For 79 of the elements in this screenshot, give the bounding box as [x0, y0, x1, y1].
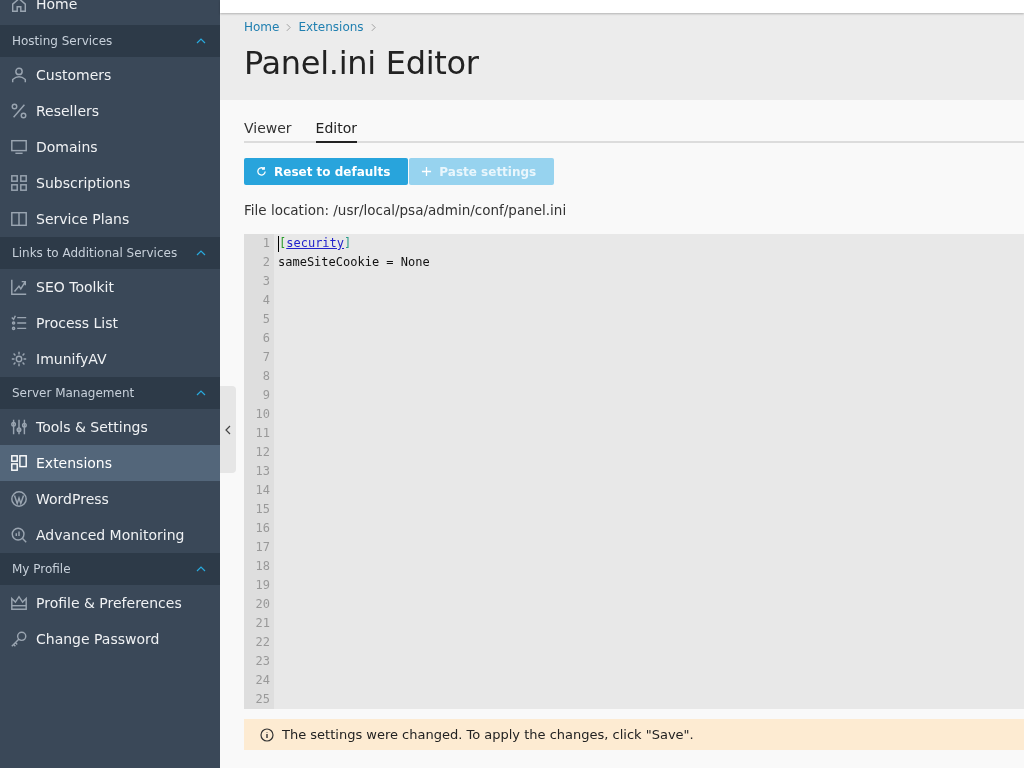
page-title: Panel.ini Editor — [244, 44, 480, 82]
line-number: 2 — [261, 254, 271, 271]
chevron-icon — [196, 38, 206, 44]
line-number: 11 — [254, 425, 271, 442]
line-number: 25 — [254, 691, 271, 708]
breadcrumb-link[interactable]: Home — [244, 20, 280, 34]
sidebar-item[interactable]: Domains — [0, 129, 220, 165]
sidebar-item[interactable]: Service Plans — [0, 201, 220, 237]
chevron-icon — [196, 566, 206, 572]
chevron-left-icon — [225, 424, 231, 435]
code-line: [security] — [278, 236, 352, 250]
sidebar-item[interactable]: Resellers — [0, 93, 220, 129]
line-number: 18 — [254, 558, 271, 575]
line-number: 16 — [254, 520, 271, 537]
line-number: 24 — [254, 672, 271, 689]
chevron-right-icon — [286, 22, 292, 32]
chart-icon — [10, 278, 28, 296]
line-number: 9 — [261, 387, 271, 404]
sidebar-collapse-handle[interactable] — [220, 386, 236, 473]
breadcrumb-link[interactable]: Extensions — [298, 20, 364, 34]
chevron-icon — [196, 390, 206, 396]
line-number: 4 — [261, 292, 271, 309]
sidebar-item[interactable]: SEO Toolkit — [0, 269, 220, 305]
home-icon — [10, 0, 28, 14]
line-number: 13 — [254, 463, 271, 480]
sliders-icon — [10, 418, 28, 436]
crown-icon — [10, 594, 28, 612]
line-number: 5 — [261, 311, 271, 328]
sidebar-group-header[interactable]: Server Management — [0, 377, 220, 409]
line-number: 21 — [254, 615, 271, 632]
sidebar-group-header[interactable]: Links to Additional Services — [0, 237, 220, 269]
line-number: 7 — [261, 349, 271, 366]
code-editor[interactable]: 1 2 3 4 5 6 7 8 9 10 11 12 13 14 15 16 17 18 19 20 21 22 23 24 25 [security] sameSiteCookie = None — [244, 234, 1024, 709]
monitor-icon — [10, 138, 28, 156]
line-number: 19 — [254, 577, 271, 594]
book-icon — [10, 210, 28, 228]
sidebar-item[interactable]: ImunifyAV — [0, 341, 220, 377]
gear-icon — [10, 350, 28, 368]
line-number: 3 — [261, 273, 271, 290]
line-number: 6 — [261, 330, 271, 347]
chevron-icon — [196, 250, 206, 256]
sidebar-group-header[interactable]: Hosting Services — [0, 25, 220, 57]
line-number: 20 — [254, 596, 271, 613]
notice-text: The settings were changed. To apply the changes, click "Save". — [282, 727, 694, 742]
line-number: 17 — [254, 539, 271, 556]
tab[interactable]: Viewer — [244, 120, 292, 143]
tab[interactable]: Editor — [315, 120, 358, 143]
info-icon — [260, 727, 274, 742]
sidebar-item[interactable]: Extensions — [0, 445, 220, 481]
key-icon — [10, 630, 28, 648]
wordpress-icon — [10, 490, 28, 508]
sidebar-group-header[interactable]: My Profile — [0, 553, 220, 585]
sidebar-item[interactable]: Profile & Preferences — [0, 585, 220, 621]
percent-icon — [10, 102, 28, 120]
sidebar-item[interactable]: WordPress — [0, 481, 220, 517]
line-number: 22 — [254, 634, 271, 651]
line-number: 10 — [254, 406, 271, 423]
line-number: 15 — [254, 501, 271, 518]
line-number: 14 — [254, 482, 271, 499]
magnifier-icon — [10, 526, 28, 544]
plus-icon — [421, 166, 433, 177]
sidebar-item[interactable]: Customers — [0, 57, 220, 93]
user-icon — [10, 66, 28, 84]
line-number: 23 — [254, 653, 271, 670]
sidebar-item[interactable]: Advanced Monitoring — [0, 517, 220, 553]
line-number: 8 — [261, 368, 271, 385]
refresh-icon — [256, 166, 267, 177]
checklist-icon — [10, 314, 28, 332]
sidebar-item[interactable]: Subscriptions — [0, 165, 220, 201]
sidebar-item[interactable]: Change Password — [0, 621, 220, 657]
file-location: File location: /usr/local/psa/admin/conf/panel.ini — [244, 202, 568, 218]
blocks-icon — [10, 454, 28, 472]
sidebar-item[interactable]: Tools & Settings — [0, 409, 220, 445]
line-number: 1 — [261, 235, 271, 252]
chevron-right-icon — [370, 22, 376, 32]
sidebar-item[interactable]: Process List — [0, 305, 220, 341]
grid-icon — [10, 174, 28, 192]
code-line: sameSiteCookie = None — [278, 255, 430, 269]
line-number: 12 — [254, 444, 271, 461]
